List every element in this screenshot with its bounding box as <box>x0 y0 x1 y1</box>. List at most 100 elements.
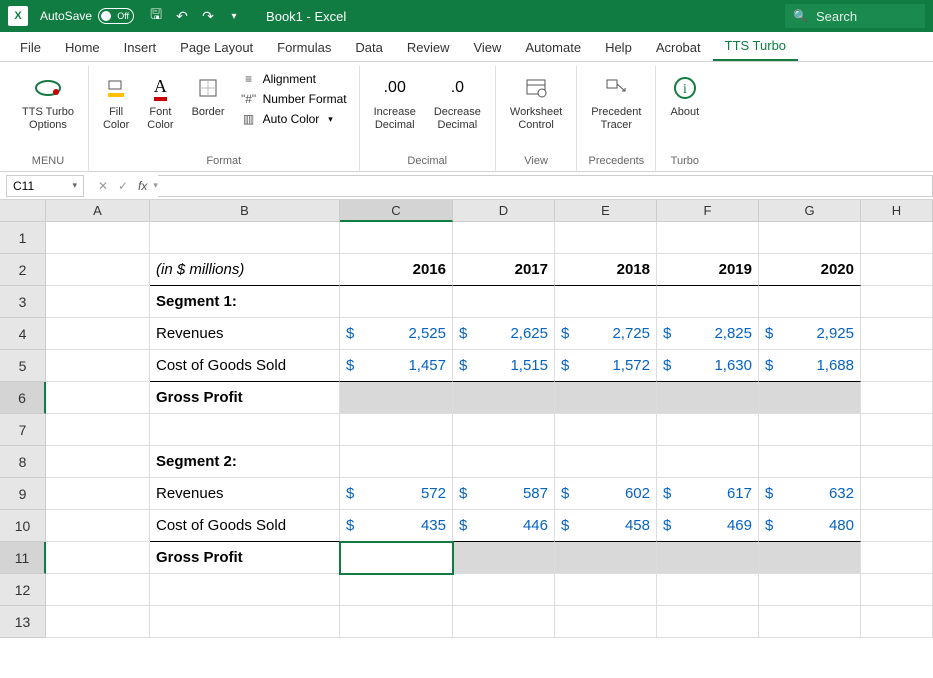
cell-C3[interactable] <box>340 286 453 318</box>
chevron-down-icon[interactable]: ▾ <box>72 180 77 191</box>
tab-home[interactable]: Home <box>53 34 112 61</box>
cell-G9[interactable]: $632 <box>759 478 861 510</box>
autosave-toggle[interactable]: AutoSave Off <box>40 8 134 24</box>
cell-H3[interactable] <box>861 286 933 318</box>
col-header-H[interactable]: H <box>861 200 933 222</box>
cell-E9[interactable]: $602 <box>555 478 657 510</box>
cell-A11[interactable] <box>46 542 150 574</box>
cell-C9[interactable]: $572 <box>340 478 453 510</box>
row-header-9[interactable]: 9 <box>0 478 46 510</box>
cell-H10[interactable] <box>861 510 933 542</box>
border-button[interactable]: Border <box>186 70 231 123</box>
cell-E2[interactable]: 2018 <box>555 254 657 286</box>
cell-B11[interactable]: Gross Profit <box>150 542 340 574</box>
about-button[interactable]: i About <box>664 70 705 123</box>
cell-A4[interactable] <box>46 318 150 350</box>
cell-E5[interactable]: $1,572 <box>555 350 657 382</box>
tab-formulas[interactable]: Formulas <box>265 34 343 61</box>
cell-B12[interactable] <box>150 574 340 606</box>
cell-C6[interactable] <box>340 382 453 414</box>
col-header-A[interactable]: A <box>46 200 150 222</box>
toggle-switch[interactable]: Off <box>98 8 134 24</box>
tts-turbo-options-button[interactable]: TTS Turbo Options <box>16 70 80 136</box>
tab-insert[interactable]: Insert <box>112 34 169 61</box>
cell-E10[interactable]: $458 <box>555 510 657 542</box>
redo-icon[interactable]: ↷ <box>200 8 216 24</box>
cell-B1[interactable] <box>150 222 340 254</box>
cell-C10[interactable]: $435 <box>340 510 453 542</box>
row-header-8[interactable]: 8 <box>0 446 46 478</box>
undo-icon[interactable]: ↶ <box>174 8 190 24</box>
cell-B7[interactable] <box>150 414 340 446</box>
cell-A3[interactable] <box>46 286 150 318</box>
cell-D5[interactable]: $1,515 <box>453 350 555 382</box>
row-header-10[interactable]: 10 <box>0 510 46 542</box>
row-header-12[interactable]: 12 <box>0 574 46 606</box>
cell-G3[interactable] <box>759 286 861 318</box>
cell-E1[interactable] <box>555 222 657 254</box>
fill-color-button[interactable]: Fill Color <box>97 70 135 136</box>
cell-C8[interactable] <box>340 446 453 478</box>
cell-A9[interactable] <box>46 478 150 510</box>
cell-D8[interactable] <box>453 446 555 478</box>
row-header-4[interactable]: 4 <box>0 318 46 350</box>
cell-A1[interactable] <box>46 222 150 254</box>
cell-H9[interactable] <box>861 478 933 510</box>
cell-F3[interactable] <box>657 286 759 318</box>
cell-F8[interactable] <box>657 446 759 478</box>
precedent-tracer-button[interactable]: Precedent Tracer <box>585 70 647 136</box>
cell-F10[interactable]: $469 <box>657 510 759 542</box>
cell-G12[interactable] <box>759 574 861 606</box>
cell-D3[interactable] <box>453 286 555 318</box>
cell-D12[interactable] <box>453 574 555 606</box>
cell-D11[interactable] <box>453 542 555 574</box>
formula-input[interactable] <box>158 175 933 197</box>
cell-E4[interactable]: $2,725 <box>555 318 657 350</box>
cell-E13[interactable] <box>555 606 657 638</box>
cell-G8[interactable] <box>759 446 861 478</box>
tab-page-layout[interactable]: Page Layout <box>168 34 265 61</box>
row-header-1[interactable]: 1 <box>0 222 46 254</box>
cell-H11[interactable] <box>861 542 933 574</box>
cell-B13[interactable] <box>150 606 340 638</box>
tab-view[interactable]: View <box>461 34 513 61</box>
name-box[interactable]: C11 ▾ <box>6 175 84 197</box>
cell-E11[interactable] <box>555 542 657 574</box>
cell-A10[interactable] <box>46 510 150 542</box>
search-input[interactable] <box>816 9 917 24</box>
row-header-2[interactable]: 2 <box>0 254 46 286</box>
cell-E3[interactable] <box>555 286 657 318</box>
cell-F1[interactable] <box>657 222 759 254</box>
cell-C5[interactable]: $1,457 <box>340 350 453 382</box>
cell-C1[interactable] <box>340 222 453 254</box>
cell-H8[interactable] <box>861 446 933 478</box>
auto-color-button[interactable]: ▥Auto Color▾ <box>237 110 351 128</box>
cell-G6[interactable] <box>759 382 861 414</box>
cell-A2[interactable] <box>46 254 150 286</box>
cell-G13[interactable] <box>759 606 861 638</box>
cell-H1[interactable] <box>861 222 933 254</box>
cell-A7[interactable] <box>46 414 150 446</box>
cell-B8[interactable]: Segment 2: <box>150 446 340 478</box>
tab-automate[interactable]: Automate <box>513 34 593 61</box>
cell-H4[interactable] <box>861 318 933 350</box>
cell-B4[interactable]: Revenues <box>150 318 340 350</box>
cell-G10[interactable]: $480 <box>759 510 861 542</box>
cell-H5[interactable] <box>861 350 933 382</box>
cell-F7[interactable] <box>657 414 759 446</box>
tab-help[interactable]: Help <box>593 34 644 61</box>
fx-icon[interactable]: fx <box>138 179 147 193</box>
col-header-D[interactable]: D <box>453 200 555 222</box>
save-icon[interactable]: 🖫 <box>148 8 164 24</box>
tab-data[interactable]: Data <box>343 34 394 61</box>
cell-F11[interactable] <box>657 542 759 574</box>
cell-E8[interactable] <box>555 446 657 478</box>
cell-H7[interactable] <box>861 414 933 446</box>
cell-A13[interactable] <box>46 606 150 638</box>
search-box[interactable]: 🔍 <box>785 4 925 28</box>
cell-B9[interactable]: Revenues <box>150 478 340 510</box>
col-header-B[interactable]: B <box>150 200 340 222</box>
row-header-11[interactable]: 11 <box>0 542 46 574</box>
cell-F9[interactable]: $617 <box>657 478 759 510</box>
cell-D1[interactable] <box>453 222 555 254</box>
